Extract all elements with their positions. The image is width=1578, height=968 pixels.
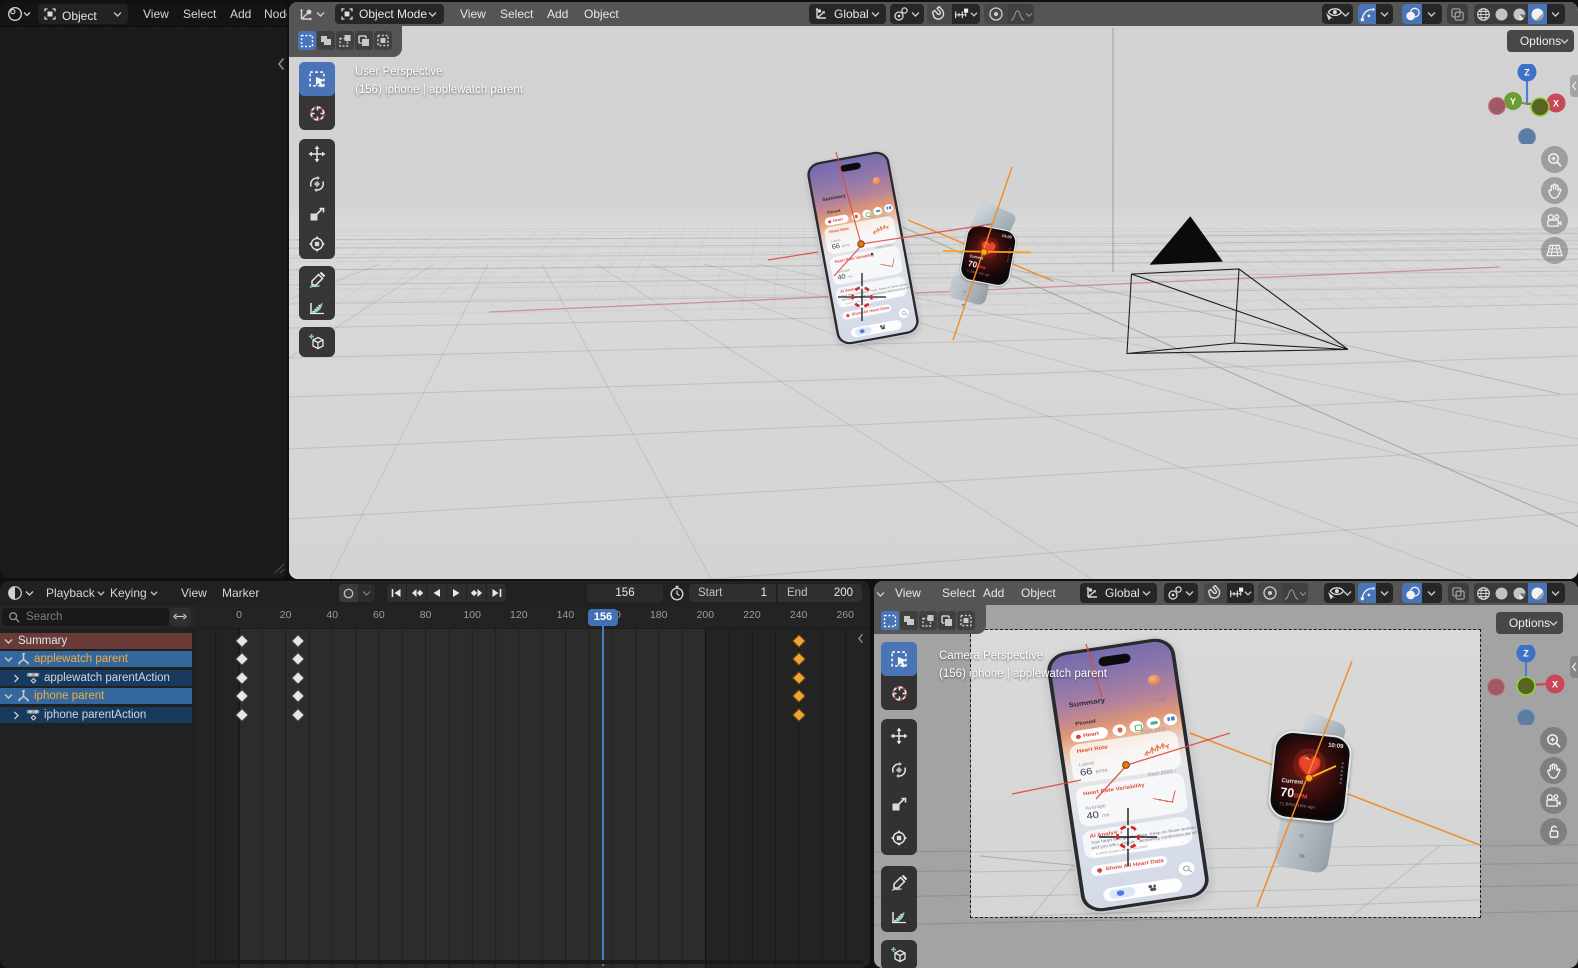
svg-text:X: X <box>1552 680 1558 690</box>
svg-text:X: X <box>1553 99 1559 109</box>
svg-text:Y: Y <box>1510 97 1516 107</box>
svg-text:Z: Z <box>1524 68 1530 78</box>
svg-text:Z: Z <box>1523 649 1529 659</box>
